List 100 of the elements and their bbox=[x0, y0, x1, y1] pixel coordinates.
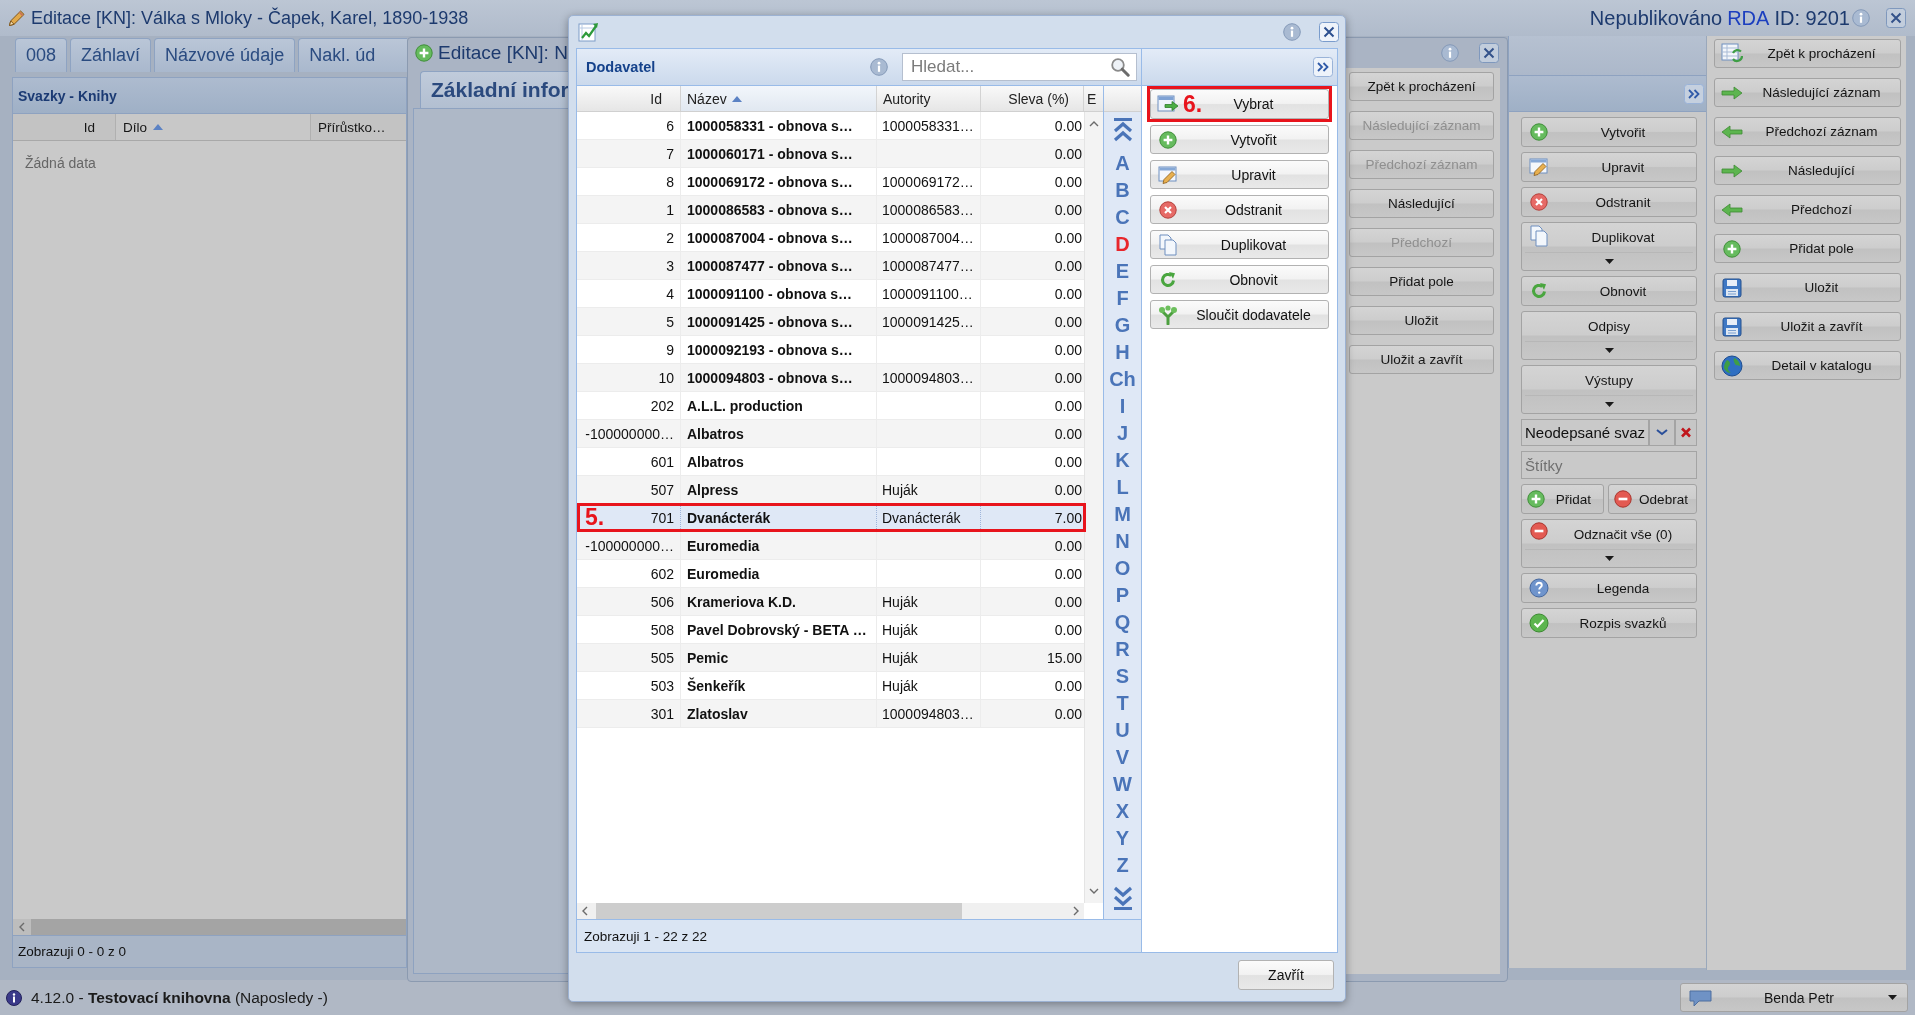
duplicate-button[interactable]: Duplikovat bbox=[1521, 222, 1697, 271]
legend-button[interactable]: Legenda bbox=[1521, 573, 1697, 603]
remove-button[interactable]: Odebrat bbox=[1608, 484, 1697, 514]
next-record-button[interactable]: Následující záznam bbox=[1714, 78, 1901, 107]
index-letter[interactable]: F bbox=[1116, 285, 1129, 312]
filter-field[interactable]: Neodepsané svaz bbox=[1521, 419, 1649, 446]
index-letter[interactable]: T bbox=[1116, 690, 1129, 717]
table-row[interactable]: 6 1000058331 - obnova s… 1000058331… 0.00 bbox=[577, 112, 1084, 140]
back-to-browse-button[interactable]: Zpět k procházení bbox=[1714, 39, 1901, 68]
column-header[interactable]: Autority bbox=[877, 86, 981, 111]
search-field[interactable]: Hledat... bbox=[902, 53, 1137, 81]
deselect-all-button[interactable]: Odznačit vše (0) bbox=[1521, 519, 1697, 568]
table-row[interactable]: -100000000… Euromedia 0.00 bbox=[577, 532, 1084, 560]
tab[interactable]: Záhlaví bbox=[70, 38, 152, 72]
edit-button[interactable]: Upravit bbox=[1521, 152, 1697, 182]
index-letter[interactable]: O bbox=[1114, 555, 1131, 582]
column-header[interactable]: Sleva (%) bbox=[981, 86, 1084, 111]
index-letter[interactable]: W bbox=[1113, 771, 1132, 798]
table-row[interactable]: 506 Krameriova K.D. Huják 0.00 bbox=[577, 588, 1084, 616]
outputs-button[interactable]: Výstupy bbox=[1521, 365, 1697, 414]
write-offs-button[interactable]: Odpisy bbox=[1521, 311, 1697, 360]
tab[interactable]: Nakl. úd bbox=[298, 38, 407, 72]
column-header[interactable]: Přírůstko… bbox=[311, 114, 406, 140]
index-letter[interactable]: C bbox=[1115, 204, 1130, 231]
horizontal-scrollbar[interactable] bbox=[577, 903, 1084, 919]
tab[interactable]: Základní infor bbox=[420, 71, 569, 108]
save-button[interactable]: Uložit bbox=[1714, 273, 1901, 302]
index-letter[interactable]: Y bbox=[1115, 825, 1130, 852]
delete-button[interactable]: Odstranit bbox=[1521, 187, 1697, 217]
action-button[interactable]: Následující bbox=[1349, 189, 1494, 218]
table-row[interactable]: 2 1000087004 - obnova s… 1000087004… 0.00 bbox=[577, 224, 1084, 252]
index-letter[interactable]: P bbox=[1115, 582, 1130, 609]
index-letter[interactable]: R bbox=[1115, 636, 1130, 663]
index-letter[interactable]: I bbox=[1119, 393, 1126, 420]
tags-field[interactable]: Štítky bbox=[1521, 451, 1697, 479]
index-letter[interactable]: J bbox=[1116, 420, 1129, 447]
create-button[interactable]: Vytvořit bbox=[1521, 117, 1697, 147]
action-button[interactable]: Zpět k procházení bbox=[1349, 72, 1494, 101]
table-row[interactable]: -100000000… Albatros 0.00 bbox=[577, 420, 1084, 448]
index-letter[interactable]: V bbox=[1115, 744, 1130, 771]
index-letter[interactable]: A bbox=[1115, 150, 1130, 177]
tab[interactable]: 008 bbox=[15, 38, 68, 72]
tab[interactable]: Názvové údaje bbox=[154, 38, 296, 72]
action-button[interactable]: Přidat pole bbox=[1349, 267, 1494, 296]
table-row[interactable]: 3 1000087477 - obnova s… 1000087477… 0.00 bbox=[577, 252, 1084, 280]
clear-icon[interactable] bbox=[1675, 419, 1697, 446]
save-and-close-button[interactable]: Uložit a zavřít bbox=[1714, 312, 1901, 341]
scrollbar-thumb[interactable] bbox=[596, 903, 962, 919]
action-button[interactable]: Uložit a zavřít bbox=[1349, 345, 1494, 374]
index-letter[interactable]: N bbox=[1115, 528, 1130, 555]
table-row[interactable]: 503 Šenkeřík Huják 0.00 bbox=[577, 672, 1084, 700]
table-row[interactable]: 508 Pavel Dobrovský - BETA … Huják 0.00 bbox=[577, 616, 1084, 644]
user-menu-button[interactable]: Benda Petr bbox=[1680, 983, 1908, 1012]
table-row[interactable]: 301 Zlatoslav 1000094803… 0.00 bbox=[577, 700, 1084, 728]
add-button[interactable]: Přidat bbox=[1521, 484, 1604, 514]
add-field-button[interactable]: Přidat pole bbox=[1714, 234, 1901, 263]
index-letter[interactable]: K bbox=[1115, 447, 1130, 474]
table-row[interactable]: 4 1000091100 - obnova s… 1000091100… 0.00 bbox=[577, 280, 1084, 308]
action-button[interactable]: Uložit bbox=[1349, 306, 1494, 335]
previous-button[interactable]: Předchozí bbox=[1714, 195, 1901, 224]
index-letter[interactable]: S bbox=[1115, 663, 1130, 690]
column-header[interactable]: Dílo bbox=[116, 114, 311, 140]
table-row[interactable]: 10 1000094803 - obnova s… 1000094803… 0.00 bbox=[577, 364, 1084, 392]
double-chevron-icon[interactable] bbox=[1684, 83, 1704, 104]
volume-list-button[interactable]: Rozpis svazků bbox=[1521, 608, 1697, 638]
index-letter[interactable]: M bbox=[1114, 501, 1131, 528]
delete-button[interactable]: Odstranit bbox=[1150, 195, 1329, 224]
index-letter[interactable]: Z bbox=[1116, 852, 1129, 879]
refresh-button[interactable]: Obnovit bbox=[1521, 276, 1697, 306]
chevron-down-icon[interactable] bbox=[1649, 419, 1675, 446]
index-letter[interactable]: G bbox=[1114, 312, 1131, 339]
merge-button[interactable]: Sloučit dodavatele bbox=[1150, 300, 1329, 329]
index-letter[interactable]: U bbox=[1115, 717, 1130, 744]
create-button[interactable]: Vytvořit bbox=[1150, 125, 1329, 154]
index-letter[interactable]: Q bbox=[1114, 609, 1131, 636]
index-letter[interactable]: Ch bbox=[1109, 366, 1136, 393]
table-row[interactable]: 601 Albatros 0.00 bbox=[577, 448, 1084, 476]
close-icon[interactable] bbox=[1886, 8, 1906, 28]
close-icon[interactable] bbox=[1479, 43, 1499, 63]
table-row[interactable]: 507 Alpress Huják 0.00 bbox=[577, 476, 1084, 504]
table-row[interactable]: 9 1000092193 - obnova s… 0.00 bbox=[577, 336, 1084, 364]
previous-record-button[interactable]: Předchozí záznam bbox=[1714, 117, 1901, 146]
close-button[interactable]: Zavřít bbox=[1238, 960, 1334, 990]
double-chevron-icon[interactable] bbox=[1313, 57, 1333, 77]
index-letter[interactable]: H bbox=[1115, 339, 1130, 366]
table-row[interactable]: 602 Euromedia 0.00 bbox=[577, 560, 1084, 588]
catalog-detail-button[interactable]: Detail v katalogu bbox=[1714, 351, 1901, 380]
table-row[interactable]: 5 1000091425 - obnova s… 1000091425… 0.00 bbox=[577, 308, 1084, 336]
column-header[interactable]: E bbox=[1084, 86, 1103, 111]
next-button[interactable]: Následující bbox=[1714, 156, 1901, 185]
table-row[interactable]: 505 Pemic Huják 15.00 bbox=[577, 644, 1084, 672]
column-header[interactable]: Název bbox=[681, 86, 877, 111]
edit-button[interactable]: Upravit bbox=[1150, 160, 1329, 189]
index-letter[interactable]: X bbox=[1115, 798, 1130, 825]
table-row[interactable]: 1 1000086583 - obnova s… 1000086583… 0.00 bbox=[577, 196, 1084, 224]
vertical-scrollbar[interactable] bbox=[1084, 112, 1103, 903]
index-letter[interactable]: D bbox=[1115, 231, 1130, 258]
table-row[interactable]: 7 1000060171 - obnova s… 0.00 bbox=[577, 140, 1084, 168]
table-row[interactable]: 202 A.L.L. production 0.00 bbox=[577, 392, 1084, 420]
duplicate-button[interactable]: Duplikovat bbox=[1150, 230, 1329, 259]
